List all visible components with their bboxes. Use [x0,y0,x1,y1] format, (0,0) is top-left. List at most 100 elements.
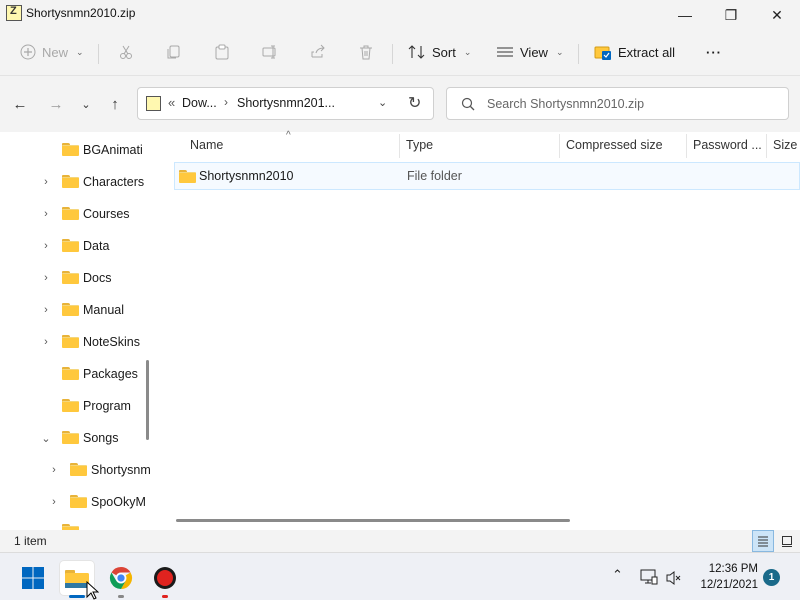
search-box[interactable]: Search Shortysnmn2010.zip [446,87,789,120]
file-row[interactable]: Shortysnmn2010 File folder [174,162,800,190]
tree-item-label: Shortysnm [91,463,151,477]
column-header-size[interactable]: Size [773,132,797,158]
arrow-up-icon: ↑ [111,95,119,113]
forward-button[interactable]: → [44,92,68,116]
tree-chevron[interactable]: ⌄ [40,432,52,445]
close-icon: ✕ [771,6,783,23]
status-bar: 1 item [0,530,800,552]
breadcrumb-current[interactable]: Shortysnmn201... [237,96,335,110]
speaker-muted-icon[interactable] [666,570,682,586]
folder-icon [62,335,79,348]
up-button[interactable]: ↑ [103,92,127,116]
file-name: Shortysnmn2010 [199,169,294,183]
horizontal-scrollbar[interactable] [176,519,570,522]
tree-item-label: Packages [83,367,138,381]
tree-item-label: SpoOkyM [91,495,146,509]
tree-chevron[interactable]: › [40,240,52,252]
divider [98,44,99,64]
view-icon [497,47,513,57]
column-label: Name [190,138,224,152]
tiles-view-button[interactable] [776,530,798,552]
tree-item-label: Manual [83,303,124,317]
chrome-icon [109,567,133,589]
recent-button[interactable]: ⌄ [74,92,98,116]
item-count: 1 item [14,534,47,548]
tree-chevron[interactable]: › [40,336,52,348]
column-divider[interactable] [559,134,560,158]
chrome-taskbar-button[interactable] [104,561,138,598]
chevron-down-icon: ⌄ [81,98,91,111]
extract-icon [594,46,611,60]
breadcrumb-downloads[interactable]: Dow... [182,96,217,110]
delete-button[interactable] [358,38,374,66]
address-bar[interactable]: « Dow... › Shortysnmn201... ⌄ ↻ [137,87,434,120]
folder-icon [62,367,79,380]
clock[interactable]: 12:36 PM 12/21/2021 [700,561,758,593]
running-indicator [118,595,124,598]
more-button[interactable]: ··· [706,38,722,66]
tree-chevron[interactable]: › [40,304,52,316]
divider [392,44,393,64]
recorder-taskbar-button[interactable] [148,561,182,598]
chevron-down-icon: ⌄ [555,46,564,57]
view-button[interactable]: View ⌄ [496,38,564,66]
maximize-button[interactable]: ❐ [708,0,754,30]
sort-icon [408,45,425,59]
tree-chevron[interactable]: › [48,496,60,508]
windows-logo-icon [22,567,44,589]
chevron-down-icon[interactable]: ⌄ [378,96,387,109]
column-divider[interactable] [399,134,400,158]
tree-chevron[interactable]: › [40,208,52,220]
folder-icon [62,399,79,412]
column-header-name[interactable]: Name [190,132,223,158]
close-button[interactable]: ✕ [754,0,800,30]
extract-all-button[interactable]: Extract all [594,38,675,66]
mouse-cursor-icon [86,581,99,600]
tree-item-label: NoteSkins [83,335,140,349]
column-label: Size [773,138,798,152]
clock-date: 12/21/2021 [700,579,758,591]
scissors-icon [120,45,132,59]
tree-item-label: Data [83,239,110,253]
start-button[interactable] [16,561,50,595]
tree-chevron[interactable]: › [40,176,52,188]
chevron-up-icon[interactable]: ⌃ [612,567,623,583]
share-button[interactable] [310,38,326,66]
nav-scrollbar[interactable] [146,360,149,440]
sort-button[interactable]: Sort ⌄ [408,38,471,66]
sort-ascending-icon: ^ [286,130,291,141]
divider [578,44,579,64]
notification-badge[interactable]: 1 [763,569,780,586]
search-icon [461,97,475,111]
title-bar: Shortysnmn2010.zip — ❐ ✕ [0,0,800,30]
maximize-icon: ❐ [724,6,738,23]
paste-button[interactable] [214,38,230,66]
tree-chevron[interactable]: › [48,464,60,476]
share-icon [311,44,325,58]
search-input[interactable]: Search Shortysnmn2010.zip [487,97,644,111]
tree-item-label: BGAnimati [83,143,143,157]
copy-button[interactable] [166,38,182,66]
folder-icon [62,271,79,284]
column-divider[interactable] [686,134,687,158]
network-icon[interactable] [640,569,658,585]
refresh-icon[interactable]: ↻ [408,93,421,113]
folder-icon [62,303,79,316]
new-label: New [42,44,69,60]
details-view-button[interactable] [752,530,774,552]
minimize-button[interactable]: — [662,0,708,30]
navigation-pane: BGAnimati › Characters › Courses › Data … [0,132,158,530]
rename-button[interactable] [262,38,278,66]
cut-button[interactable] [118,38,134,66]
new-button[interactable]: New ⌄ [20,38,84,66]
column-header-compressed-size[interactable]: Compressed size [566,132,663,158]
tree-chevron[interactable]: › [40,272,52,284]
clock-time: 12:36 PM [708,563,758,575]
zip-icon [146,96,161,111]
column-header-password[interactable]: Password ... [693,132,762,158]
column-divider[interactable] [766,134,767,158]
back-button[interactable]: ← [8,92,32,116]
column-header-type[interactable]: Type [406,132,433,158]
overflow-chevron-icon[interactable]: « [168,95,175,110]
folder-icon [70,495,87,508]
